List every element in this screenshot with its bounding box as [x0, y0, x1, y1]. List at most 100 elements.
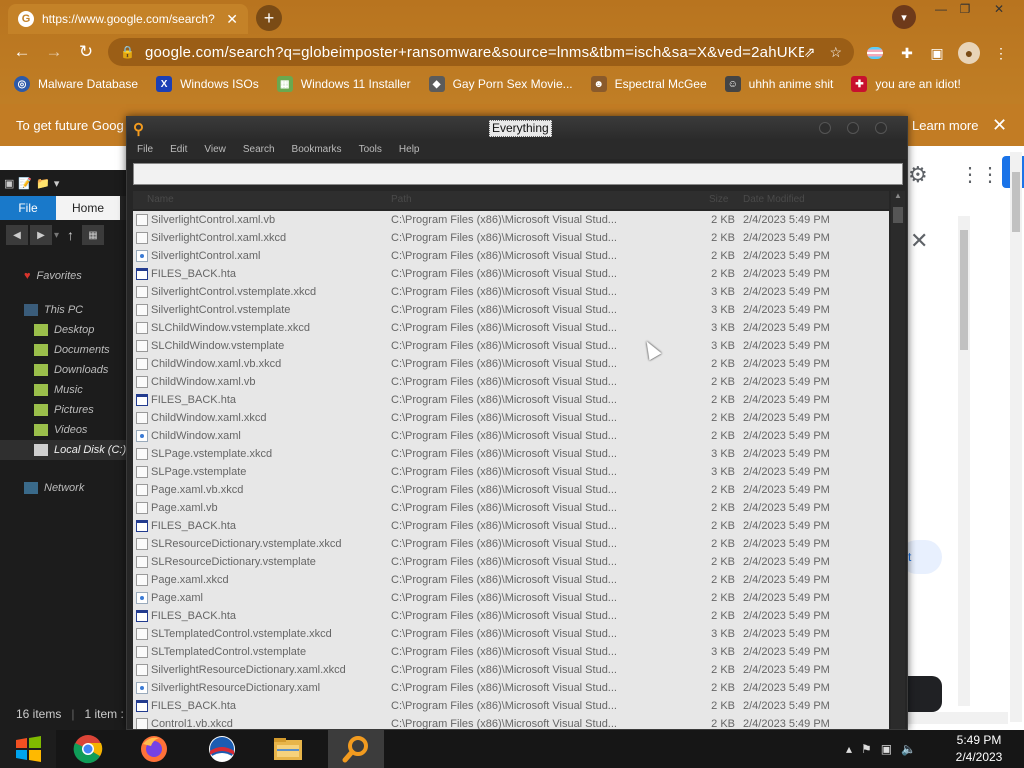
recent-dropdown-icon[interactable]: ▾ — [54, 230, 59, 241]
forward-arrow-icon[interactable]: ▶ — [30, 225, 52, 245]
result-row[interactable]: FILES_BACK.hta C:\Program Files (x86)\Mic… — [133, 265, 889, 283]
result-row[interactable]: Page.xaml.vb C:\Program Files (x86)\Micro… — [133, 499, 889, 517]
bookmark-windows-isos[interactable]: X Windows ISOs — [156, 76, 259, 92]
result-row[interactable]: ChildWindow.xaml C:\Program Files (x86)\M… — [133, 427, 889, 445]
nav-desktop[interactable]: Desktop — [0, 320, 132, 340]
close-panel-icon[interactable]: ✕ — [910, 228, 928, 254]
network-tray-icon[interactable]: ▣ — [881, 742, 892, 756]
tab-search-button[interactable]: ▾ — [892, 5, 916, 29]
result-row[interactable]: FILES_BACK.hta C:\Program Files (x86)\Mic… — [133, 517, 889, 535]
result-row[interactable]: Page.xaml C:\Program Files (x86)\Microsof… — [133, 589, 889, 607]
address-box[interactable]: ▦ — [82, 225, 105, 245]
up-arrow-icon[interactable]: ↑ — [67, 227, 74, 243]
reload-button[interactable]: ↻ — [74, 40, 98, 64]
bookmark-windows-11-installer[interactable]: ▦ Windows 11 Installer — [276, 76, 411, 92]
taskbar-file-explorer[interactable] — [260, 730, 316, 768]
address-bar[interactable]: 🔒 google.com/search?q=globeimposter+rans… — [108, 38, 854, 66]
result-row[interactable]: Page.xaml.xkcd C:\Program Files (x86)\Mic… — [133, 571, 889, 589]
start-button[interactable] — [0, 730, 56, 768]
result-row[interactable]: ChildWindow.xaml.vb C:\Program Files (x86… — [133, 373, 889, 391]
menu-bookmarks[interactable]: Bookmarks — [292, 144, 342, 155]
ribbon-file-tab[interactable]: File — [0, 196, 56, 220]
bookmark-malware-database[interactable]: ◎ Malware Database — [14, 76, 138, 92]
result-row[interactable]: SLResourceDictionary.vstemplate C:\Progra… — [133, 553, 889, 571]
menu-edit[interactable]: Edit — [170, 144, 187, 155]
menu-tools[interactable]: Tools — [359, 144, 382, 155]
new-tab-button[interactable]: + — [256, 5, 282, 31]
bookmark-star-icon[interactable]: ☆ — [829, 44, 842, 61]
maximize-button[interactable] — [847, 122, 859, 134]
nav-music[interactable]: Music — [0, 380, 132, 400]
result-row[interactable]: FILES_BACK.hta C:\Program Files (x86)\Mic… — [133, 391, 889, 409]
result-row[interactable]: SilverlightControl.vstemplate.xkcd C:\Pro… — [133, 283, 889, 301]
menu-search[interactable]: Search — [243, 144, 275, 155]
tray-overflow-icon[interactable]: ▴ — [846, 742, 852, 756]
result-row[interactable]: Control1.vb.xkcd C:\Program Files (x86)\M… — [133, 715, 889, 729]
result-row[interactable]: SLChildWindow.vstemplate.xkcd C:\Program … — [133, 319, 889, 337]
everything-search-input[interactable] — [133, 163, 903, 185]
result-row[interactable]: Page.xaml.vb.xkcd C:\Program Files (x86)\… — [133, 481, 889, 499]
action-center-flag-icon[interactable]: ⚑ — [861, 742, 872, 756]
restore-button[interactable]: ❐ — [950, 0, 980, 18]
page-scrollbar[interactable] — [1010, 152, 1022, 722]
nav-network[interactable]: Network — [0, 478, 132, 498]
result-row[interactable]: SLTemplatedControl.vstemplate C:\Program … — [133, 643, 889, 661]
scroll-up-icon[interactable]: ▲ — [892, 191, 904, 205]
volume-icon[interactable]: 🔈 — [901, 742, 916, 756]
google-apps-icon[interactable]: ⋮⋮ — [960, 162, 1000, 187]
result-row[interactable]: SLResourceDictionary.vstemplate.xkcd C:\P… — [133, 535, 889, 553]
taskbar-obama[interactable] — [194, 730, 250, 768]
forward-button[interactable]: → — [42, 40, 66, 64]
back-button[interactable]: ← — [10, 40, 34, 64]
nav-downloads[interactable]: Downloads — [0, 360, 132, 380]
nav-favorites[interactable]: ♥ Favorites — [0, 266, 132, 286]
share-icon[interactable]: ⇗ — [804, 44, 816, 61]
result-row[interactable]: SilverlightControl.xaml C:\Program Files … — [133, 247, 889, 265]
extensions-puzzle-icon[interactable]: ✚ — [896, 42, 918, 64]
taskbar-everything[interactable] — [328, 730, 384, 768]
result-row[interactable]: FILES_BACK.hta C:\Program Files (x86)\Mic… — [133, 697, 889, 715]
nav-this-pc[interactable]: This PC — [0, 300, 132, 320]
menu-file[interactable]: File — [137, 144, 153, 155]
close-window-button[interactable]: ✕ — [984, 0, 1014, 18]
bookmark-espectral-mcgee[interactable]: ☻ Espectral McGee — [590, 76, 707, 92]
tab-close-icon[interactable]: ✕ — [226, 11, 238, 28]
browser-tab[interactable]: G https://www.google.com/search? ✕ — [8, 4, 248, 34]
result-row[interactable]: SLTemplatedControl.vstemplate.xkcd C:\Pro… — [133, 625, 889, 643]
close-button[interactable] — [875, 122, 887, 134]
result-row[interactable]: SLPage.vstemplate C:\Program Files (x86)\… — [133, 463, 889, 481]
properties-icon[interactable]: 📝 — [18, 177, 32, 190]
result-row[interactable]: SilverlightControl.vstemplate C:\Program … — [133, 301, 889, 319]
nav-videos[interactable]: Videos — [0, 420, 132, 440]
nav-pictures[interactable]: Pictures — [0, 400, 132, 420]
taskbar-firefox[interactable] — [126, 730, 182, 768]
column-name[interactable]: Name — [147, 194, 174, 205]
new-folder-icon[interactable]: 📁 — [36, 177, 50, 190]
infobar-close-icon[interactable]: ✕ — [992, 115, 1007, 136]
result-row[interactable]: SLPage.vstemplate.xkcd C:\Program Files (… — [133, 445, 889, 463]
nav-documents[interactable]: Documents — [0, 340, 132, 360]
panel-scrollbar[interactable] — [958, 216, 970, 706]
result-row[interactable]: ChildWindow.xaml.xkcd C:\Program Files (x… — [133, 409, 889, 427]
result-row[interactable]: SilverlightResourceDictionary.xaml.xkcd C… — [133, 661, 889, 679]
settings-gear-icon[interactable]: ⚙ — [908, 162, 928, 188]
result-row[interactable]: SilverlightResourceDictionary.xaml C:\Pro… — [133, 679, 889, 697]
bookmark-movie[interactable]: ◆ Gay Porn Sex Movie... — [428, 76, 573, 92]
result-row[interactable]: SilverlightControl.xaml.xkcd C:\Program F… — [133, 229, 889, 247]
side-panel-icon[interactable]: ▣ — [926, 42, 948, 64]
taskbar-clock[interactable]: 5:49 PM 2/4/2023 — [944, 732, 1014, 766]
menu-view[interactable]: View — [204, 144, 226, 155]
minimize-button[interactable] — [819, 122, 831, 134]
window-icon[interactable]: ▣ — [4, 177, 14, 190]
column-path[interactable]: Path — [391, 194, 412, 205]
column-size[interactable]: Size — [709, 194, 728, 205]
result-row[interactable]: SilverlightControl.xaml.vb C:\Program Fil… — [133, 211, 889, 229]
everything-titlebar[interactable]: ⚲ Everything — [127, 117, 907, 139]
menu-kebab-icon[interactable]: ⋮ — [990, 42, 1012, 64]
result-row[interactable]: SLChildWindow.vstemplate C:\Program Files… — [133, 337, 889, 355]
result-row[interactable]: FILES_BACK.hta C:\Program Files (x86)\Mic… — [133, 607, 889, 625]
column-date-modified[interactable]: Date Modified — [743, 194, 805, 205]
profile-avatar-icon[interactable]: ● — [958, 42, 980, 64]
taskbar-chrome[interactable] — [60, 730, 116, 768]
bookmark-you-are-an-idiot[interactable]: ✚ you are an idiot! — [851, 76, 961, 92]
